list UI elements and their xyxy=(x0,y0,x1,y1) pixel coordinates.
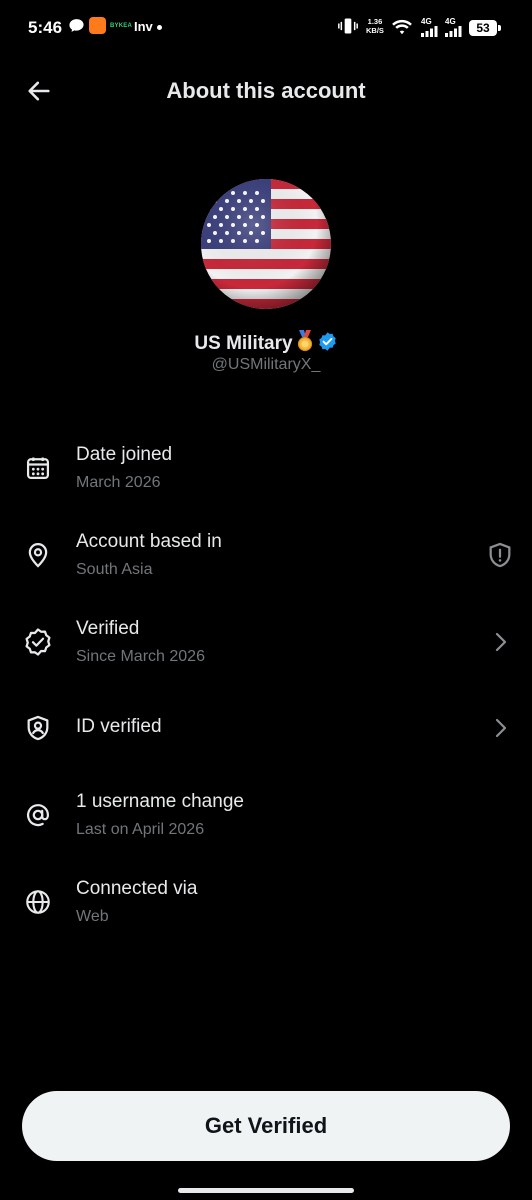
avatar xyxy=(201,179,331,309)
username-change-title: 1 username change xyxy=(76,791,244,812)
page-title: About this account xyxy=(166,78,366,103)
chevron-right-icon xyxy=(486,628,514,656)
status-brand-text: BYKEA xyxy=(110,23,133,29)
get-verified-button[interactable]: Get Verified xyxy=(22,1091,510,1161)
vibrate-icon xyxy=(338,17,358,35)
network-speed-value: 1.36 xyxy=(367,17,383,26)
info-row-connected-via: Connected via Web xyxy=(0,862,532,942)
info-row-id-verified[interactable]: ID verified xyxy=(0,688,532,768)
info-row-username-change: 1 username change Last on April 2026 xyxy=(0,775,532,855)
chevron-right-icon xyxy=(486,714,514,742)
signal-2-label: 4G xyxy=(445,17,456,26)
date-joined-title: Date joined xyxy=(76,444,173,465)
id-verified-title: ID verified xyxy=(76,716,162,737)
verified-badge-icon xyxy=(317,331,338,357)
wifi-icon xyxy=(391,18,413,36)
signal-2-icon xyxy=(444,26,462,37)
medal-icon xyxy=(295,330,315,357)
verified-value: Since March 2026 xyxy=(76,648,205,665)
status-bar: 5:46 BYKEA Inv 1.36 KB/S 4G 4G 53 xyxy=(0,0,532,56)
more-notifications-dot-icon xyxy=(157,25,162,30)
info-row-date-joined: Date joined March 2026 xyxy=(0,428,532,508)
info-row-verified[interactable]: Verified Since March 2026 xyxy=(0,602,532,682)
battery-icon: 53 xyxy=(469,20,501,36)
us-flag-avatar-icon xyxy=(201,179,331,309)
profile-handle: @USMilitaryX_ xyxy=(211,356,321,373)
info-row-account-based-in: Account based in South Asia xyxy=(0,515,532,595)
connected-via-title: Connected via xyxy=(76,878,198,899)
chat-notification-icon xyxy=(68,17,85,34)
status-time: 5:46 xyxy=(28,18,63,37)
at-sign-icon xyxy=(22,799,54,831)
profile-name-row: US Military xyxy=(0,330,532,357)
location-pin-icon xyxy=(22,539,54,571)
connected-via-value: Web xyxy=(76,908,109,925)
username-change-value: Last on April 2026 xyxy=(76,821,205,838)
app-notification-icon xyxy=(89,17,106,34)
account-based-in-value: South Asia xyxy=(76,561,153,578)
globe-icon xyxy=(22,886,54,918)
shield-user-icon xyxy=(22,712,54,744)
account-based-in-title: Account based in xyxy=(76,531,222,552)
signal-1-label: 4G xyxy=(421,17,432,26)
verified-outline-icon xyxy=(22,626,54,658)
status-inv-text: Inv xyxy=(134,19,153,34)
signal-1-icon xyxy=(420,26,438,37)
verified-title: Verified xyxy=(76,618,140,639)
calendar-icon xyxy=(22,452,54,484)
home-indicator[interactable] xyxy=(178,1188,354,1193)
profile-name: US Military xyxy=(194,332,293,354)
shield-alert-icon[interactable] xyxy=(486,541,514,569)
date-joined-value: March 2026 xyxy=(76,474,161,491)
get-verified-label: Get Verified xyxy=(204,1113,328,1138)
network-speed: 1.36 KB/S xyxy=(366,17,384,35)
network-speed-unit: KB/S xyxy=(366,26,384,35)
